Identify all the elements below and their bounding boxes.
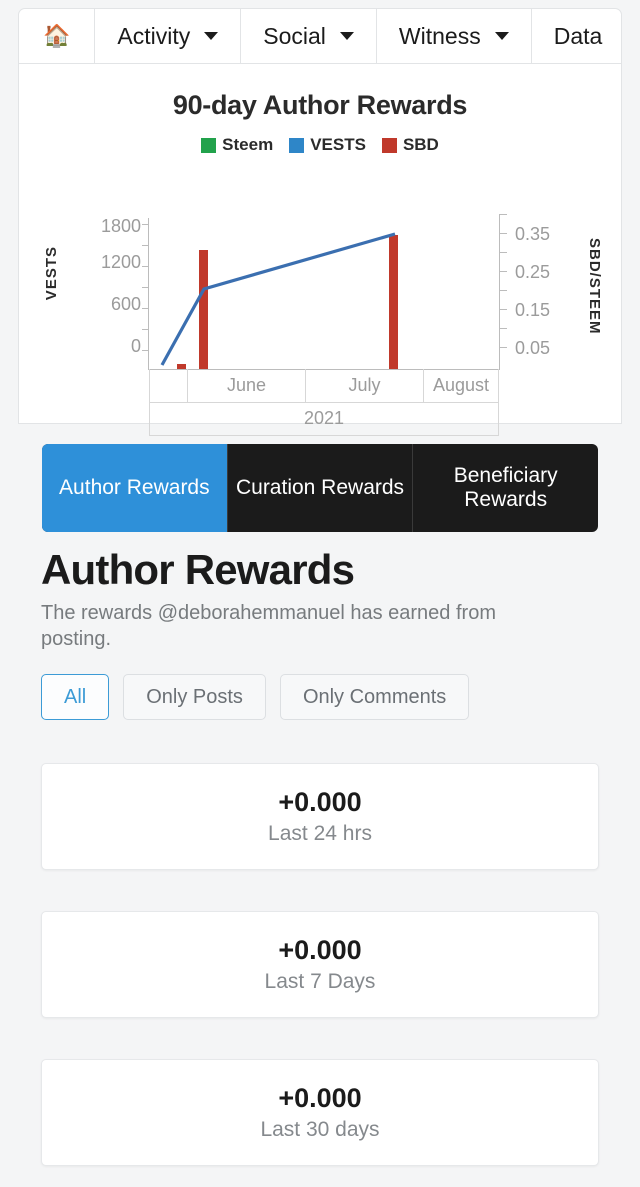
stat-card-last-30-days: +0.000 Last 30 days (41, 1059, 599, 1166)
nav-item-label: Activity (117, 22, 191, 49)
rewards-tab-bar: Author Rewards Curation Rewards Benefici… (42, 444, 598, 532)
y-axis-tickmark (500, 347, 507, 348)
y-axis-tick-left: 1800 (100, 216, 141, 236)
legend-label: SBD (402, 135, 439, 154)
chart-title: 90-day Author Rewards (172, 90, 468, 120)
chart-legend: Steem VESTS SBD (19, 135, 621, 155)
y-axis-tickmark (142, 329, 149, 330)
nav-item-label: Social (263, 22, 326, 49)
y-axis-tickmark (142, 245, 149, 246)
stat-card-last-7-days: +0.000 Last 7 Days (41, 911, 599, 1018)
y-axis-title-right: SBD/STEEM (586, 238, 603, 335)
y-axis-tick-left: 0 (130, 336, 141, 356)
filter-only-posts-button[interactable]: Only Posts (123, 674, 266, 720)
y-axis-tickmark (142, 224, 149, 225)
main-navbar: 🏠 Activity Social Witness Data (18, 8, 622, 64)
y-axis-tick-right: 0.25 (515, 262, 551, 282)
nav-item-label: Data (553, 22, 603, 49)
filter-label: All (64, 685, 87, 708)
stat-label: Last 30 days (260, 1118, 380, 1141)
x-axis-month-cell (150, 369, 188, 402)
filter-label: Only Comments (302, 685, 447, 708)
chart-plot-area: VESTS SBD/STEEM 1800 1200 600 0 0.35 0.2… (19, 210, 621, 436)
x-axis-month-cell: June (188, 369, 306, 402)
rewards-chart-card: 90-day Author Rewards Steem VESTS SBD VE… (18, 64, 622, 436)
nav-item-data[interactable]: Data (532, 9, 621, 63)
y-axis-tick-left: 600 (110, 294, 141, 314)
y-axis-tickmark (500, 233, 507, 234)
y-axis-title-left: VESTS (43, 246, 60, 301)
page-subtitle: The rewards @deborahemmanuel has earned … (41, 602, 496, 650)
y-axis-tickmark (142, 287, 149, 288)
y-axis-tickmark (500, 252, 507, 253)
filter-only-comments-button[interactable]: Only Comments (279, 674, 470, 720)
y-axis-tickmark (142, 308, 149, 309)
filter-label: Only Posts (146, 685, 243, 708)
chevron-down-icon (494, 32, 509, 40)
filter-all-button[interactable]: All (41, 674, 110, 720)
page-title: Author Rewards (41, 546, 355, 593)
nav-item-label: Witness (398, 22, 481, 49)
legend-item-sbd[interactable]: SBD (381, 135, 439, 155)
tab-label: Author Rewards (59, 475, 210, 499)
y-axis-tick-right: 0.05 (515, 338, 551, 358)
stat-value: +0.000 (278, 935, 362, 965)
nav-item-social[interactable]: Social (241, 9, 377, 63)
reward-filter-group: All Only Posts Only Comments (41, 674, 470, 720)
tab-author-rewards[interactable]: Author Rewards (42, 444, 228, 532)
y-axis-tick-left: 1200 (100, 252, 141, 272)
chevron-down-icon (339, 32, 354, 40)
nav-item-activity[interactable]: Activity (95, 9, 242, 63)
y-axis-tickmark (142, 350, 149, 351)
x-axis-month-cell: July (306, 369, 424, 402)
tab-label: Beneficiary Rewards (453, 463, 558, 511)
stat-label: Last 24 hrs (268, 822, 372, 845)
vests-line (160, 232, 396, 366)
y-axis-tick-right: 0.35 (515, 224, 551, 244)
x-axis-year-row: 2021 (149, 402, 499, 436)
chart-series-area (149, 224, 499, 369)
y-axis-tickmark (500, 309, 507, 310)
legend-swatch-sbd (381, 137, 397, 153)
legend-item-vests[interactable]: VESTS (289, 135, 366, 155)
stat-value: +0.000 (278, 1083, 362, 1113)
nav-item-home[interactable]: 🏠 (19, 9, 96, 63)
tab-curation-rewards[interactable]: Curation Rewards (228, 444, 414, 532)
legend-label: VESTS (310, 135, 366, 154)
chevron-down-icon (204, 32, 219, 40)
legend-swatch-vests (289, 137, 305, 153)
y-axis-tickmark (142, 266, 149, 267)
stat-card-last-24-hrs: +0.000 Last 24 hrs (41, 763, 599, 870)
y-axis-tickmark (500, 290, 507, 291)
stat-value: +0.000 (278, 787, 362, 817)
x-axis-month-row: June July August (149, 369, 499, 403)
legend-swatch-steem (201, 137, 217, 153)
home-icon: 🏠 (43, 23, 71, 48)
tab-label: Curation Rewards (235, 475, 405, 499)
tab-beneficiary-rewards[interactable]: Beneficiary Rewards (413, 444, 598, 532)
y-axis-tickmark (500, 328, 507, 329)
y-axis-tickmark (500, 271, 507, 272)
legend-item-steem[interactable]: Steem (201, 135, 273, 155)
x-axis-month-cell: August (432, 375, 490, 395)
y-axis-tick-right: 0.15 (515, 300, 551, 320)
legend-label: Steem (222, 135, 274, 154)
nav-item-witness[interactable]: Witness (377, 9, 532, 63)
stat-label: Last 7 Days (264, 970, 376, 993)
y-axis-tickmark (500, 214, 507, 215)
